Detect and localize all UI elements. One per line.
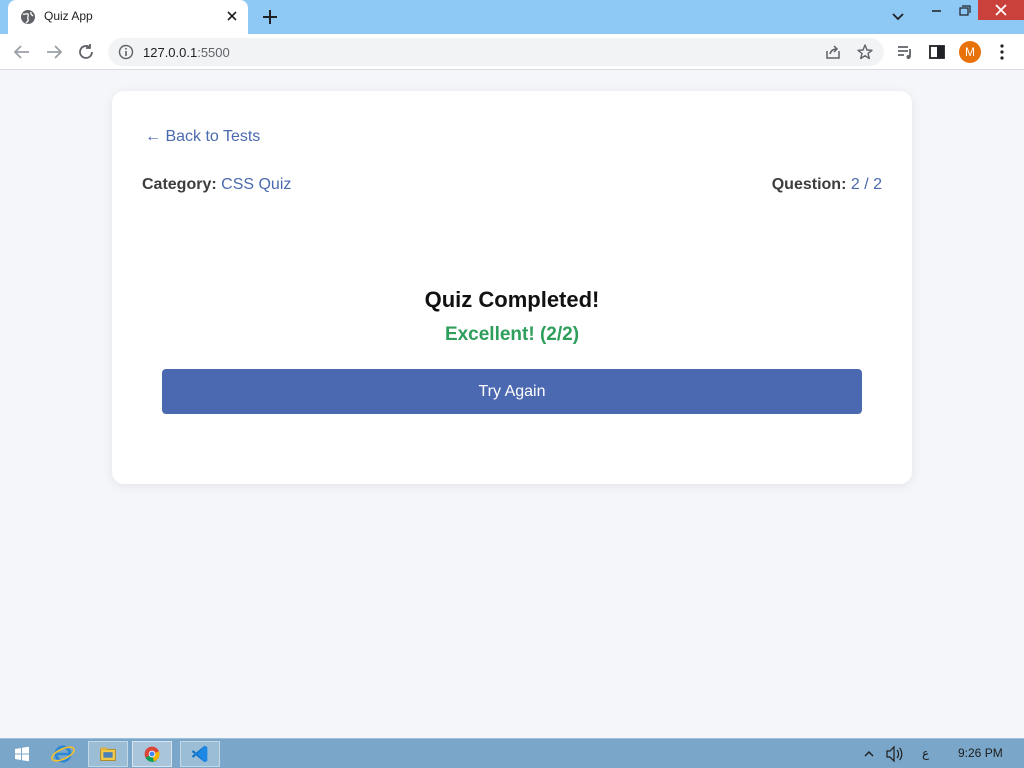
file-explorer-icon[interactable]	[88, 741, 128, 767]
category-label: Category:	[142, 176, 217, 193]
category-value: CSS Quiz	[221, 176, 292, 193]
category-info: Category: CSS Quiz	[142, 176, 291, 194]
taskbar: ع 9:26 PM	[0, 738, 1024, 768]
globe-icon	[21, 10, 35, 24]
windows-start-icon[interactable]	[4, 741, 38, 767]
input-language-indicator[interactable]: ع	[922, 746, 929, 768]
result-title: Quiz Completed!	[424, 287, 600, 312]
profile-avatar[interactable]: M	[959, 41, 981, 63]
new-tab-icon[interactable]	[260, 7, 280, 27]
url-host: 127.0.0.1	[143, 45, 198, 60]
url-port: :5500	[197, 45, 230, 60]
chrome-taskbar-icon[interactable]	[132, 741, 172, 767]
volume-icon[interactable]	[884, 739, 904, 768]
browser-toolbar: 127.0.0.1:5500	[0, 34, 1024, 70]
back-arrow-icon[interactable]	[11, 41, 33, 63]
question-value: 2 / 2	[850, 176, 882, 193]
share-icon[interactable]	[824, 43, 842, 61]
browser-tab[interactable]: Quiz App	[8, 0, 248, 34]
bookmark-star-icon[interactable]	[856, 43, 874, 61]
try-again-button[interactable]: Try Again	[162, 369, 862, 414]
back-to-tests-link[interactable]: ← Back to Tests	[145, 128, 260, 146]
internet-explorer-icon[interactable]	[46, 741, 80, 767]
side-panel-icon[interactable]	[926, 41, 948, 63]
close-tab-icon[interactable]	[224, 8, 240, 24]
system-clock[interactable]: 9:26 PM	[958, 746, 1003, 768]
result-score: Excellent! (2/2)	[444, 324, 580, 345]
close-window-icon[interactable]	[978, 0, 1024, 20]
question-progress: Question: 2 / 2	[772, 176, 882, 194]
browser-titlebar: Quiz App	[0, 0, 1024, 34]
forward-arrow-icon[interactable]	[43, 41, 65, 63]
address-bar[interactable]: 127.0.0.1:5500	[108, 38, 884, 66]
quiz-card: ← Back to Tests Category: CSS Quiz Quest…	[112, 91, 912, 484]
more-menu-icon[interactable]	[991, 41, 1013, 63]
minimize-icon[interactable]	[920, 0, 954, 34]
media-controls-icon[interactable]	[894, 41, 916, 63]
url-text: 127.0.0.1:5500	[143, 45, 230, 60]
vscode-taskbar-icon[interactable]	[180, 741, 220, 767]
tab-title: Quiz App	[44, 9, 93, 23]
show-hidden-icons-chevron-icon[interactable]	[862, 739, 876, 768]
site-info-icon[interactable]	[118, 44, 134, 60]
reload-icon[interactable]	[75, 41, 97, 63]
question-label: Question:	[771, 176, 847, 193]
tab-search-chevron-icon[interactable]	[888, 8, 908, 26]
